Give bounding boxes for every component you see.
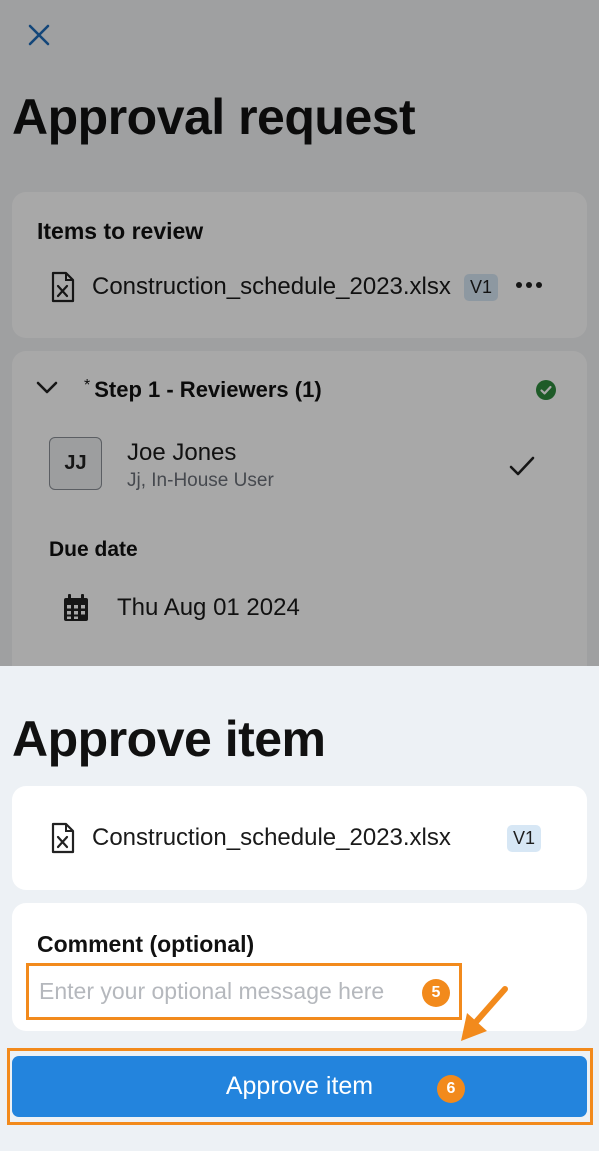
- approve-item-button[interactable]: Approve item: [12, 1056, 587, 1117]
- arrow-down-left-icon: [461, 986, 508, 1041]
- modal-scrim[interactable]: [0, 0, 599, 666]
- step-marker-5: 5: [422, 979, 450, 1007]
- comment-input[interactable]: [26, 963, 462, 1020]
- file-name: Construction_schedule_2023.xlsx: [92, 824, 451, 851]
- step-marker-6: 6: [437, 1075, 465, 1103]
- version-badge: V1: [507, 825, 542, 852]
- comment-label: Comment (optional): [37, 931, 255, 957]
- approve-file-card: Construction_schedule_2023.xlsx V1: [12, 786, 587, 890]
- approve-file-item: Construction_schedule_2023.xlsx: [50, 821, 451, 855]
- excel-file-icon: [50, 821, 76, 855]
- sheet-title: Approve item: [12, 711, 326, 767]
